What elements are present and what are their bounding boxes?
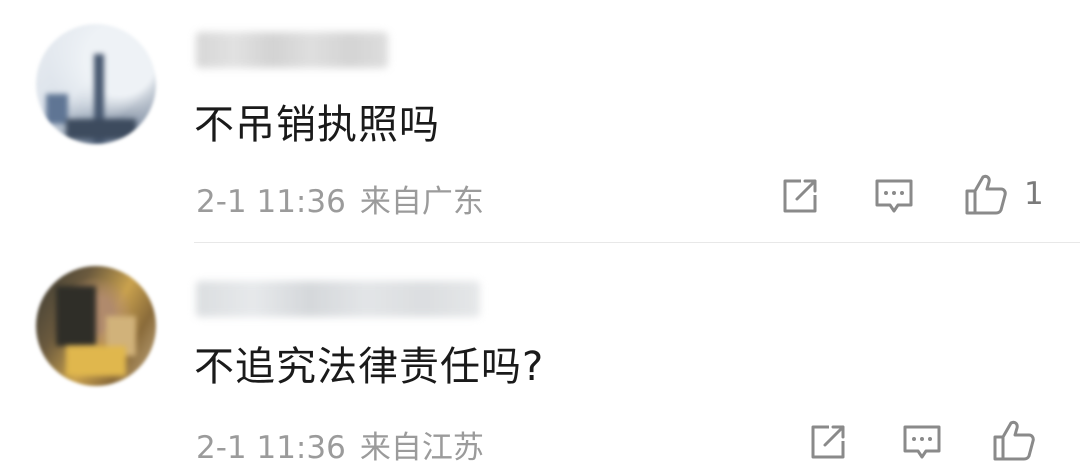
comment-time: 2-1 11:36 [196, 430, 346, 466]
comment-time: 2-1 11:36 [196, 184, 346, 220]
reply-button[interactable] [900, 420, 944, 464]
comment-location: 来自广东 [359, 184, 484, 220]
comment-text: 不吊销执照吗 [194, 102, 440, 148]
username-blurred[interactable] [196, 281, 480, 317]
avatar[interactable] [36, 266, 156, 386]
share-icon [779, 175, 821, 217]
divider [194, 242, 1080, 243]
reply-icon [872, 175, 916, 217]
share-button[interactable] [778, 174, 822, 218]
avatar[interactable] [36, 24, 156, 144]
share-button[interactable] [806, 420, 850, 464]
comment-meta: 2-1 11:36 来自江苏 [196, 422, 484, 467]
comment-text: 不追究法律责任吗? [194, 344, 545, 390]
like-button[interactable] [964, 172, 1008, 216]
comment-meta: 2-1 11:36 来自广东 [196, 176, 484, 221]
reply-icon [900, 421, 944, 463]
comment-location: 来自江苏 [359, 430, 484, 466]
thumbs-up-icon [991, 417, 1037, 463]
like-button[interactable] [992, 418, 1036, 462]
share-icon [807, 421, 849, 463]
thumbs-up-icon [963, 171, 1009, 217]
like-count: 1 [1024, 176, 1044, 212]
reply-button[interactable] [872, 174, 916, 218]
username-blurred[interactable] [196, 32, 388, 68]
